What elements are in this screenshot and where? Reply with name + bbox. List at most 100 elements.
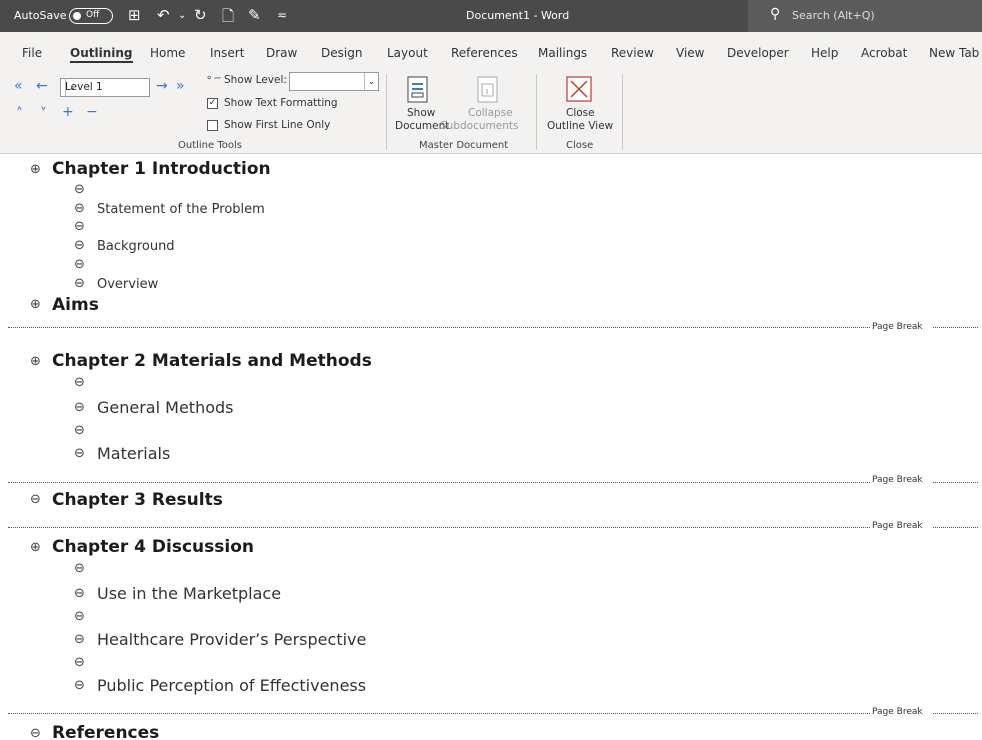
heading-overview[interactable]: Overview xyxy=(97,277,158,292)
undo-dropdown-icon[interactable]: ⌄ xyxy=(178,10,186,21)
move-up-icon[interactable]: ˄ xyxy=(16,106,23,122)
tab-insert[interactable]: Insert xyxy=(210,46,244,60)
collapse-minus-icon[interactable]: ⊖ xyxy=(30,726,41,740)
heading-general-methods[interactable]: General Methods xyxy=(97,398,233,417)
search-box[interactable]: ⚲ Search (Alt+Q) xyxy=(748,0,982,32)
heading-materials[interactable]: Materials xyxy=(97,444,170,463)
expand-plus-icon[interactable]: ⊕ xyxy=(30,297,41,312)
collapse-subdocuments-icon xyxy=(477,76,498,103)
page-break-line xyxy=(933,713,978,714)
outline-level-select[interactable]: Level 1 ⌄ xyxy=(60,78,150,97)
heading-references[interactable]: References xyxy=(52,723,159,740)
collapse-icon[interactable]: − xyxy=(86,104,98,120)
tab-draw[interactable]: Draw xyxy=(266,46,297,60)
tab-outlining[interactable]: Outlining xyxy=(70,46,133,63)
collapse-minus-icon[interactable]: ⊖ xyxy=(74,586,85,601)
demote-icon[interactable]: → xyxy=(156,78,168,94)
collapse-minus-icon[interactable]: ⊖ xyxy=(30,492,41,507)
move-down-icon[interactable]: ˅ xyxy=(40,106,47,122)
expand-icon[interactable]: + xyxy=(62,104,74,120)
empty-paragraph-icon[interactable]: ⊖ xyxy=(74,257,85,272)
collapse-minus-icon[interactable]: ⊖ xyxy=(74,678,85,693)
heading-use-in-marketplace[interactable]: Use in the Marketplace xyxy=(97,584,281,603)
chevron-down-icon: ⌄ xyxy=(364,73,378,90)
toggle-knob xyxy=(73,11,81,20)
show-level-select[interactable]: ⌄ xyxy=(289,72,379,91)
page-break-label: Page Break xyxy=(872,475,923,485)
promote-icon[interactable]: ← xyxy=(36,78,48,94)
collapse-minus-icon[interactable]: ⊖ xyxy=(74,276,85,291)
tab-developer[interactable]: Developer xyxy=(727,46,789,60)
collapse-label-1: Collapse xyxy=(468,107,513,119)
tab-file[interactable]: File xyxy=(22,46,42,60)
collapse-label-2: Subdocuments xyxy=(440,120,519,132)
expand-plus-icon[interactable]: ⊕ xyxy=(30,354,41,369)
empty-paragraph-icon[interactable]: ⊖ xyxy=(74,561,85,576)
search-placeholder: Search (Alt+Q) xyxy=(792,9,875,22)
close-label-1: Close xyxy=(566,107,595,119)
tab-acrobat[interactable]: Acrobat xyxy=(861,46,907,60)
collapse-minus-icon[interactable]: ⊖ xyxy=(74,201,85,216)
tab-view[interactable]: View xyxy=(676,46,704,60)
empty-paragraph-icon[interactable]: ⊖ xyxy=(74,423,85,438)
collapse-minus-icon[interactable]: ⊖ xyxy=(74,632,85,647)
close-label-2: Outline View xyxy=(547,120,614,132)
show-text-formatting-checkbox[interactable]: ✓ xyxy=(207,98,218,109)
show-first-line-label: Show First Line Only xyxy=(224,119,331,131)
heading-public-perception[interactable]: Public Perception of Effectiveness xyxy=(97,676,366,695)
outline-tools-group-label: Outline Tools xyxy=(178,140,242,151)
empty-paragraph-icon[interactable]: ⊖ xyxy=(74,219,85,234)
page-break-label: Page Break xyxy=(872,521,923,531)
undo-icon[interactable]: ↶ xyxy=(157,6,170,24)
save-icon[interactable]: ⊞ xyxy=(128,6,141,24)
page-break-line xyxy=(8,713,870,714)
empty-paragraph-icon[interactable]: ⊖ xyxy=(74,609,85,624)
tab-home[interactable]: Home xyxy=(150,46,185,60)
show-document-label-1: Show xyxy=(407,107,436,119)
demote-to-body-icon[interactable]: » xyxy=(176,78,185,94)
customize-toolbar-icon[interactable]: ≂ xyxy=(277,8,287,22)
expand-plus-icon[interactable]: ⊕ xyxy=(30,162,41,177)
format-painter-icon[interactable]: ✎ xyxy=(248,6,261,24)
tab-references[interactable]: References xyxy=(451,46,518,60)
group-divider xyxy=(622,74,623,150)
heading-chapter-2[interactable]: Chapter 2 Materials and Methods xyxy=(52,351,372,371)
page-break-label: Page Break xyxy=(872,322,923,332)
tab-new-tab[interactable]: New Tab xyxy=(929,46,979,60)
new-document-icon[interactable]: 🗋 xyxy=(222,6,234,31)
collapse-minus-icon[interactable]: ⊖ xyxy=(74,446,85,461)
tab-mailings[interactable]: Mailings xyxy=(538,46,587,60)
document-title: Document1 - Word xyxy=(466,9,570,22)
redo-icon[interactable]: ↻ xyxy=(194,6,207,24)
collapse-minus-icon[interactable]: ⊖ xyxy=(74,400,85,415)
tab-design[interactable]: Design xyxy=(321,46,362,60)
page-break-line xyxy=(933,527,978,528)
expand-plus-icon[interactable]: ⊕ xyxy=(30,540,41,555)
master-document-group-label: Master Document xyxy=(419,140,509,151)
heading-aims[interactable]: Aims xyxy=(52,295,99,315)
heading-background[interactable]: Background xyxy=(97,239,175,254)
tab-help[interactable]: Help xyxy=(811,46,838,60)
heading-chapter-3[interactable]: Chapter 3 Results xyxy=(52,490,223,510)
heading-provider-perspective[interactable]: Healthcare Provider’s Perspective xyxy=(97,630,366,649)
autosave-label: AutoSave xyxy=(14,9,67,22)
heading-chapter-1[interactable]: Chapter 1 Introduction xyxy=(52,159,271,179)
collapse-minus-icon[interactable]: ⊖ xyxy=(74,238,85,253)
heading-chapter-4[interactable]: Chapter 4 Discussion xyxy=(52,537,254,557)
promote-to-heading1-icon[interactable]: « xyxy=(14,78,23,94)
close-group-label: Close xyxy=(566,140,594,151)
show-first-line-checkbox[interactable] xyxy=(207,120,218,131)
group-divider xyxy=(386,74,387,150)
chevron-down-icon: ⌄ xyxy=(65,79,79,96)
empty-paragraph-icon[interactable]: ⊖ xyxy=(74,182,85,197)
tab-review[interactable]: Review xyxy=(611,46,654,60)
show-document-icon[interactable] xyxy=(405,76,431,104)
empty-paragraph-icon[interactable]: ⊖ xyxy=(74,375,85,390)
autosave-toggle[interactable]: Off xyxy=(69,8,113,24)
empty-paragraph-icon[interactable]: ⊖ xyxy=(74,655,85,670)
page-break-line xyxy=(933,482,978,483)
heading-statement-of-problem[interactable]: Statement of the Problem xyxy=(97,202,265,217)
tab-layout[interactable]: Layout xyxy=(387,46,428,60)
page-break-line xyxy=(8,327,870,328)
close-outline-view-icon[interactable] xyxy=(566,76,592,102)
